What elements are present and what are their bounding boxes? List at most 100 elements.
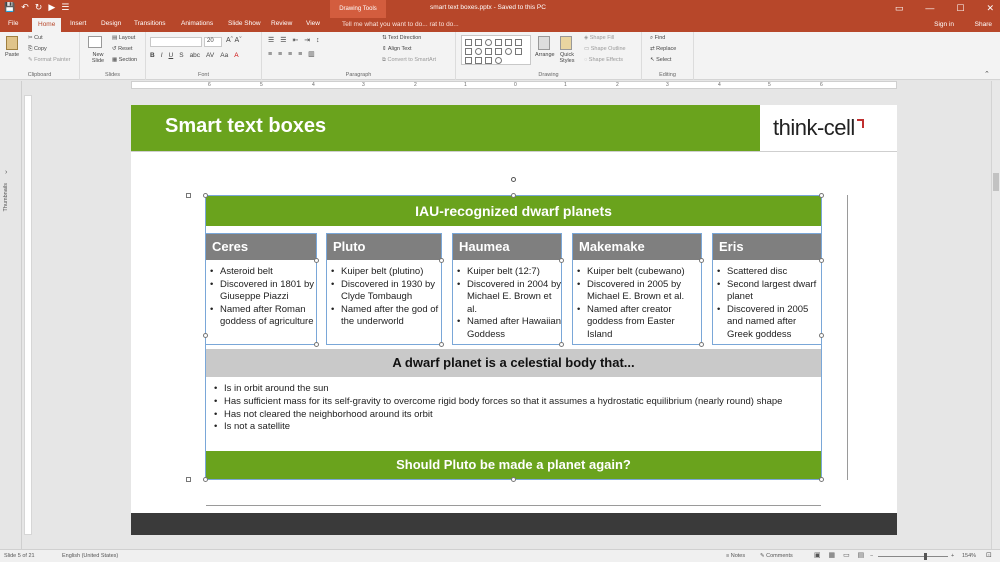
grow-font-icon[interactable]: Aˆ Aˇ	[226, 37, 242, 44]
resize-handle[interactable]	[511, 477, 516, 482]
tab-slideshow[interactable]: Slide Show	[228, 20, 261, 27]
replace-button[interactable]: ⇄ Replace	[650, 46, 676, 52]
share-button[interactable]: Share	[975, 21, 992, 28]
resize-handle[interactable]	[699, 258, 704, 263]
reset-button[interactable]: ↺ Reset	[112, 46, 133, 52]
resize-handle[interactable]	[699, 342, 704, 347]
new-slide-icon[interactable]	[88, 36, 102, 48]
col-body-eris[interactable]: Scattered disc Second largest dwarf plan…	[713, 266, 821, 344]
resize-handle[interactable]	[559, 258, 564, 263]
zoom-slider-handle[interactable]	[924, 553, 927, 560]
resize-handle[interactable]	[819, 477, 824, 482]
tab-file[interactable]: File	[8, 20, 18, 27]
resize-handle[interactable]	[203, 477, 208, 482]
scrollbar-thumb[interactable]	[993, 173, 999, 191]
horizontal-ruler[interactable]: 6 5 4 3 2 1 0 1 2 3 4 5 6	[131, 81, 897, 89]
definition-heading[interactable]: A dwarf planet is a celestial body that.…	[206, 349, 821, 377]
align-buttons[interactable]: ≡ ≡ ≡ ≡ ▥	[268, 50, 317, 58]
shape-effects-button[interactable]: ◌ Shape Effects	[584, 57, 623, 63]
view-buttons[interactable]: ▣ ▦ ▭ ▤	[814, 551, 867, 559]
tab-review[interactable]: Review	[271, 20, 292, 27]
comments-button[interactable]: ✎ Comments	[760, 553, 793, 559]
vertical-ruler[interactable]	[24, 95, 32, 535]
resize-handle[interactable]	[511, 193, 516, 198]
tab-view[interactable]: View	[306, 20, 320, 27]
save-icon[interactable]: 💾	[4, 2, 15, 13]
align-text-button[interactable]: ⇕ Align Text	[382, 46, 412, 52]
thumbnails-pane[interactable]: › Thumbnails	[0, 81, 22, 549]
list-buttons[interactable]: ☰ ☰ ⇤ ⇥ ↕	[268, 36, 322, 44]
zoom-out-button[interactable]: −	[870, 553, 873, 559]
group-corner-handle[interactable]	[186, 477, 191, 482]
resize-handle[interactable]	[203, 193, 208, 198]
shapes-gallery[interactable]	[461, 35, 531, 65]
customize-qat-icon[interactable]: ☰	[61, 2, 69, 13]
find-button[interactable]: ⌕ Find	[650, 35, 665, 42]
font-color-button[interactable]: A	[234, 52, 238, 59]
convert-smartart-button[interactable]: ⧉ Convert to SmartArt	[382, 57, 436, 64]
layout-button[interactable]: ▤ Layout	[112, 35, 135, 41]
undo-icon[interactable]: ↶	[21, 2, 29, 13]
change-case-button[interactable]: Aa	[220, 52, 228, 59]
start-slideshow-icon[interactable]: ▶	[48, 2, 55, 13]
resize-handle[interactable]	[819, 258, 824, 263]
strikethrough-button[interactable]: abc	[190, 52, 200, 59]
font-size-input[interactable]: 20	[204, 37, 222, 47]
zoom-level[interactable]: 154%	[962, 553, 976, 559]
expand-thumbnails-icon[interactable]: ›	[5, 169, 7, 176]
resize-handle[interactable]	[819, 333, 824, 338]
quick-styles-button[interactable]: Quick Styles	[557, 52, 577, 64]
notes-button[interactable]: ≡ Notes	[726, 553, 745, 559]
col-body-makemake[interactable]: Kuiper belt (cubewano) Discovered in 200…	[573, 266, 701, 344]
resize-handle[interactable]	[203, 333, 208, 338]
resize-handle[interactable]	[314, 342, 319, 347]
slide-canvas[interactable]: Smart text boxes think-cell IAU-recogniz…	[131, 105, 897, 535]
tab-animations[interactable]: Animations	[181, 20, 213, 27]
rotate-handle[interactable]	[511, 177, 516, 182]
resize-handle[interactable]	[314, 258, 319, 263]
shape-outline-button[interactable]: ▭ Shape Outline	[584, 46, 626, 52]
font-name-input[interactable]	[150, 37, 202, 47]
bold-button[interactable]: B	[150, 52, 155, 59]
paste-button[interactable]: Paste	[5, 52, 19, 58]
close-button[interactable]: ✕	[986, 3, 994, 14]
tab-insert[interactable]: Insert	[70, 20, 86, 27]
resize-handle[interactable]	[439, 342, 444, 347]
text-direction-button[interactable]: ⇅ Text Direction	[382, 35, 421, 41]
arrange-button[interactable]: Arrange	[535, 52, 555, 58]
bottom-bar-textbox[interactable]: Should Pluto be made a planet again?	[206, 451, 821, 479]
col-head-makemake[interactable]: Makemake	[573, 234, 701, 260]
quick-styles-icon[interactable]	[560, 36, 572, 50]
fit-slide-icon[interactable]: ⊡	[986, 551, 992, 559]
resize-handle[interactable]	[439, 258, 444, 263]
group-corner-handle[interactable]	[186, 193, 191, 198]
shape-fill-button[interactable]: ◈ Shape Fill	[584, 35, 614, 41]
tab-transitions[interactable]: Transitions	[134, 20, 166, 27]
underline-button[interactable]: U	[169, 52, 174, 59]
collapse-ribbon-icon[interactable]: ⌃	[984, 70, 990, 78]
vertical-scrollbar[interactable]	[991, 81, 1000, 549]
new-slide-button[interactable]: New Slide	[86, 52, 110, 64]
tab-design[interactable]: Design	[101, 20, 121, 27]
slide-title[interactable]: Smart text boxes	[165, 115, 326, 138]
redo-icon[interactable]: ↻	[35, 2, 43, 13]
definition-list[interactable]: Is in orbit around the sun Has sufficien…	[206, 381, 821, 449]
col-head-ceres[interactable]: Ceres	[206, 234, 316, 260]
cut-button[interactable]: ✂ Cut	[28, 35, 43, 41]
language-indicator[interactable]: English (United States)	[62, 553, 118, 559]
col-body-ceres[interactable]: Asteroid belt Discovered in 1801 by Gius…	[206, 266, 316, 344]
arrange-icon[interactable]	[538, 36, 550, 50]
shadow-button[interactable]: S	[179, 52, 183, 59]
select-button[interactable]: ↖ Select	[650, 57, 671, 63]
ribbon-display-icon[interactable]: ▭	[895, 3, 904, 14]
resize-handle[interactable]	[559, 342, 564, 347]
zoom-in-button[interactable]: +	[951, 553, 954, 559]
copy-button[interactable]: ⎘ Copy	[28, 46, 47, 53]
col-head-eris[interactable]: Eris	[713, 234, 821, 260]
format-painter-button[interactable]: ✎ Format Painter	[28, 57, 71, 63]
tell-me-box[interactable]: Tell me what you want to do... rat to do…	[342, 21, 459, 28]
char-spacing-button[interactable]: AV	[206, 52, 214, 59]
col-head-pluto[interactable]: Pluto	[327, 234, 441, 260]
col-body-haumea[interactable]: Kuiper belt (12:7) Discovered in 2004 by…	[453, 266, 561, 344]
italic-button[interactable]: I	[161, 52, 163, 59]
